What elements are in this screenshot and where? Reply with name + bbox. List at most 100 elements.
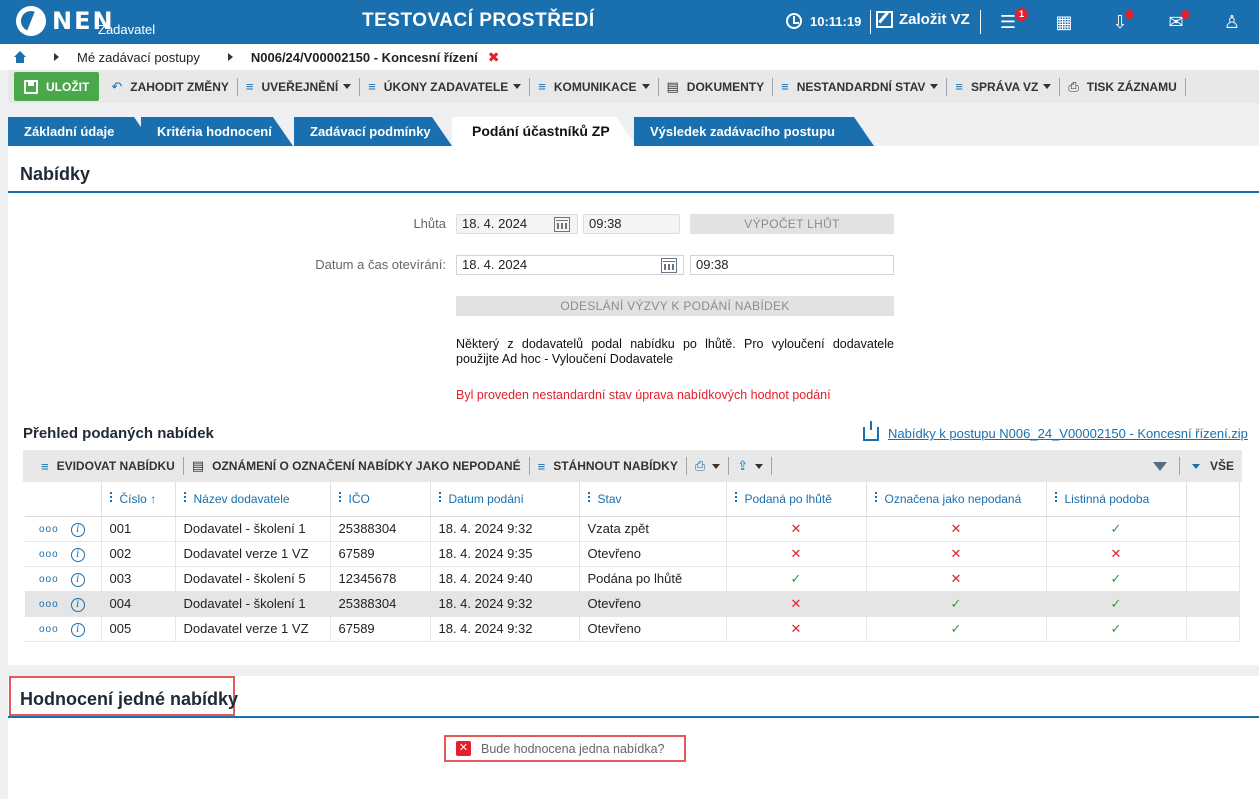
row-actions[interactable]: ooo i — [25, 516, 102, 542]
tab-conditions[interactable]: Zadávací podmínky — [294, 117, 452, 146]
column-header-number[interactable]: Číslo ↑ — [101, 482, 176, 517]
more-options-icon[interactable]: ooo — [39, 599, 59, 610]
deadline-time-field[interactable]: 09:38 — [583, 214, 680, 234]
info-icon[interactable]: i — [70, 623, 85, 637]
check-icon: ✓ — [950, 620, 962, 636]
single-offer-checkbox[interactable]: ✕ Bude hodnocena jedna nabídka? — [444, 735, 686, 762]
actions-menu[interactable]: ≡ ÚKONY ZADAVATELE — [360, 79, 529, 94]
create-vz-label: Založit VZ — [899, 11, 970, 28]
opening-date-field[interactable]: 18. 4. 2024 — [456, 255, 684, 275]
cell-date: 18. 4. 2024 9:40 — [430, 566, 580, 592]
session-clock: 10:11:19 — [786, 13, 861, 29]
calculator-icon[interactable]: ▦ — [1054, 12, 1074, 32]
all-filter-label[interactable]: VŠE — [1210, 459, 1234, 473]
table-row[interactable]: ooo i 004 Dodavatel - školení 1 25388304 18. … — [25, 591, 1240, 617]
column-header-ico[interactable]: IČO — [330, 482, 431, 517]
column-header-unsubmitted[interactable]: Označena jako nepodaná — [866, 482, 1047, 517]
filler-header — [1186, 482, 1240, 517]
row-actions[interactable]: ooo i — [25, 591, 102, 617]
cross-icon: ✕ — [790, 595, 802, 611]
row-actions[interactable]: ooo i — [25, 616, 102, 642]
download-zip-link[interactable]: Nabídky k postupu N006_24_V00002150 - Ko… — [863, 420, 1248, 441]
cross-icon: ✕ — [790, 545, 802, 561]
row-actions-header — [25, 482, 102, 517]
filter-icon[interactable] — [1152, 461, 1167, 471]
table-row[interactable]: ooo i 002 Dodavatel verze 1 VZ 67589 18. 4. 2… — [25, 541, 1240, 567]
chevron-down-icon — [755, 463, 764, 469]
print-record-button[interactable]: ⎙ TISK ZÁZNAMU — [1060, 79, 1184, 95]
communication-menu[interactable]: ≡ KOMUNIKACE — [530, 79, 657, 94]
info-icon[interactable]: i — [70, 573, 85, 587]
documents-label: DOKUMENTY — [686, 79, 765, 94]
notice-label: OZNÁMENÍ O OZNAČENÍ NABÍDKY JAKO NEPODAN… — [212, 459, 521, 473]
cell-date: 18. 4. 2024 9:32 — [430, 516, 580, 542]
communication-label: KOMUNIKACE — [553, 79, 637, 94]
info-icon[interactable]: i — [70, 548, 85, 562]
row-actions[interactable]: ooo i — [25, 541, 102, 567]
cell-state: Otevřeno — [579, 591, 727, 617]
cell-number: 002 — [101, 541, 176, 567]
download-offers-button[interactable]: ≡ STÁHNOUT NABÍDKY — [530, 459, 686, 474]
tab-submissions[interactable]: Podání účastníků ZP — [452, 117, 636, 146]
late-offer-note: Některý z dodavatelů podal nabídku po lh… — [456, 337, 894, 366]
column-header-paper[interactable]: Listinná podoba — [1046, 482, 1187, 517]
document-icon: ▤ — [666, 78, 679, 94]
create-vz-button[interactable]: Založit VZ — [876, 11, 970, 28]
actions-label: ÚKONY ZADAVATELE — [383, 79, 509, 94]
user-icon[interactable]: ♙ — [1222, 12, 1242, 32]
check-icon: ✓ — [1110, 595, 1122, 611]
check-icon: ✓ — [1110, 570, 1122, 586]
table-row[interactable]: ooo i 001 Dodavatel - školení 1 25388304 18. … — [25, 516, 1240, 542]
column-header-supplier[interactable]: Název dodavatele — [175, 482, 331, 517]
home-icon[interactable] — [14, 51, 26, 63]
cell-state: Otevřeno — [579, 616, 727, 642]
section-title: Nabídky — [20, 164, 91, 184]
calc-deadlines-button[interactable]: VÝPOČET LHŮT — [690, 214, 894, 234]
cell-late: ✕ — [726, 591, 867, 617]
send-invitation-button[interactable]: ODESLÁNÍ VÝZVY K PODÁNÍ NABÍDEK — [456, 296, 894, 316]
save-button[interactable]: ULOŽIT — [14, 72, 100, 101]
cell-number: 004 — [101, 591, 176, 617]
row-actions[interactable]: ooo i — [25, 566, 102, 592]
unsubmitted-notice-button[interactable]: ▤ OZNÁMENÍ O OZNAČENÍ NABÍDKY JAKO NEPOD… — [184, 458, 529, 474]
cell-late: ✕ — [726, 541, 867, 567]
table-row[interactable]: ooo i 005 Dodavatel verze 1 VZ 67589 18. 4. 2… — [25, 616, 1240, 642]
opening-time-field[interactable]: 09:38 — [690, 255, 894, 275]
info-icon[interactable]: i — [70, 523, 85, 537]
publish-menu[interactable]: ≡ UVEŘEJNĚNÍ — [238, 79, 359, 94]
admin-menu[interactable]: ≡ SPRÁVA VZ — [947, 79, 1059, 94]
sort-ascending-icon: ↑ — [150, 491, 157, 506]
documents-button[interactable]: ▤ DOKUMENTY — [659, 79, 773, 95]
column-header-late[interactable]: Podaná po lhůtě — [726, 482, 867, 517]
divider — [980, 10, 981, 34]
export-icon: ⇪ — [737, 458, 749, 473]
cell-ico: 12345678 — [330, 566, 431, 592]
info-icon[interactable]: i — [70, 598, 85, 612]
tab-basic-info[interactable]: Základní údaje — [8, 117, 154, 146]
export-menu[interactable]: ⇪ — [729, 458, 771, 474]
breadcrumb-item[interactable]: Mé zadávací postupy — [77, 50, 200, 65]
more-options-icon[interactable]: ooo — [39, 574, 59, 585]
checkbox-icon[interactable]: ✕ — [456, 741, 471, 756]
close-icon[interactable]: ✖ — [488, 49, 500, 66]
top-bar: NEN Zadavatel TESTOVACÍ PROSTŘEDÍ 10:11:… — [0, 0, 1259, 44]
more-options-icon[interactable]: ooo — [39, 549, 59, 560]
nonstandard-state-menu[interactable]: ≡ NESTANDARDNÍ STAV — [773, 79, 946, 94]
grid-right-controls: VŠE — [1152, 450, 1234, 482]
column-header-date[interactable]: Datum podání — [430, 482, 580, 517]
check-icon: ✓ — [1110, 620, 1122, 636]
tab-evaluation-criteria[interactable]: Kritéria hodnocení — [141, 117, 293, 146]
print-menu[interactable]: ⎙ — [687, 458, 728, 474]
cell-date: 18. 4. 2024 9:32 — [430, 591, 580, 617]
discard-changes-button[interactable]: ↶ ZAHODIT ZMĚNY — [103, 79, 237, 95]
chevron-down-icon[interactable] — [1191, 463, 1200, 469]
more-options-icon[interactable]: ooo — [39, 524, 59, 535]
calendar-icon[interactable] — [554, 217, 570, 232]
calendar-icon[interactable] — [661, 258, 677, 273]
chevron-down-icon — [1043, 84, 1052, 89]
more-options-icon[interactable]: ooo — [39, 624, 59, 635]
table-row[interactable]: ooo i 003 Dodavatel - školení 5 12345678 18. … — [25, 566, 1240, 592]
column-header-state[interactable]: Stav — [579, 482, 727, 517]
register-offer-button[interactable]: ≡ EVIDOVAT NABÍDKU — [23, 459, 183, 474]
tab-result[interactable]: Výsledek zadávacího postupu — [634, 117, 874, 146]
